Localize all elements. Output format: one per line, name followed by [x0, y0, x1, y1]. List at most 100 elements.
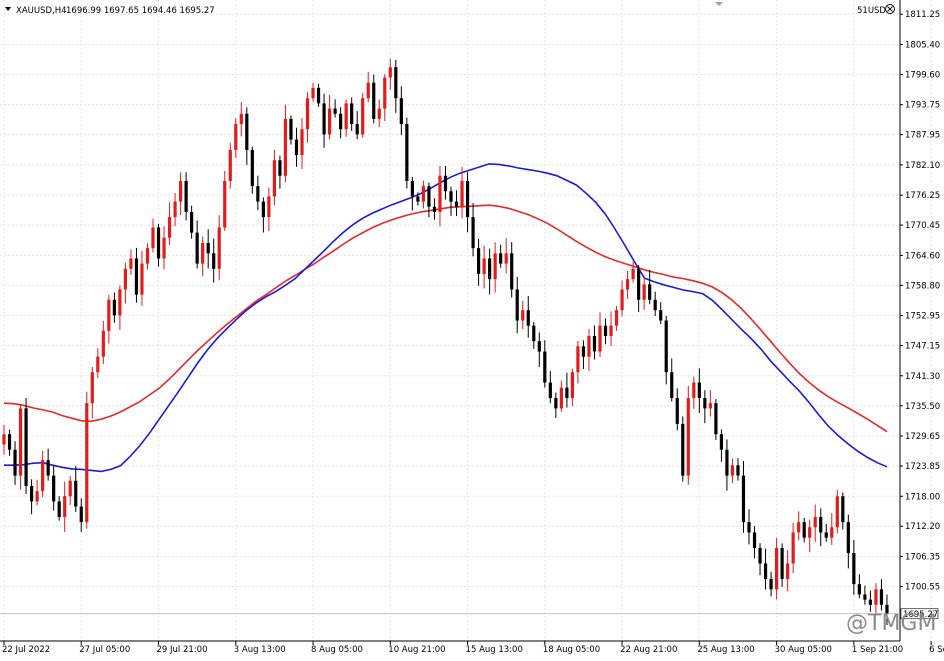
candle-body — [85, 403, 89, 523]
candle-body — [327, 108, 332, 135]
candle-body — [648, 284, 652, 300]
candle — [482, 245, 486, 289]
candle — [714, 399, 718, 440]
candle — [736, 458, 740, 481]
candle — [68, 476, 72, 505]
candle-body — [493, 253, 497, 280]
candle-body — [741, 475, 746, 523]
candle-body — [377, 108, 381, 119]
price-tick-label: 1799.60 — [905, 70, 940, 80]
candle-body — [333, 108, 337, 114]
candle — [537, 332, 541, 367]
candle — [145, 243, 150, 270]
candle-body — [96, 356, 100, 373]
candle-body — [670, 372, 674, 399]
candle-body — [603, 325, 608, 337]
candle-body — [24, 408, 28, 486]
candle-body — [863, 594, 867, 600]
candle-body — [63, 496, 67, 517]
candle — [819, 508, 823, 547]
candle-body — [272, 160, 277, 197]
candle-body — [499, 253, 503, 264]
price-tick-label: 1700.55 — [905, 582, 940, 592]
candle — [261, 197, 265, 233]
candle-body — [581, 346, 586, 357]
candle-body — [769, 578, 773, 590]
candle — [123, 262, 128, 304]
candle — [708, 390, 712, 417]
candle-body — [730, 465, 735, 476]
chart-axes — [0, 0, 901, 642]
candle-body — [664, 320, 668, 373]
symbol-label: XAUUSD,H4 — [16, 6, 67, 16]
candle — [2, 425, 6, 455]
candle — [322, 93, 326, 148]
candle — [250, 146, 254, 194]
candle — [206, 229, 210, 269]
candle — [465, 172, 470, 233]
candle — [201, 236, 205, 277]
candle — [24, 397, 28, 495]
price-tick-label: 1723.85 — [905, 462, 940, 472]
candle — [289, 115, 293, 145]
candle — [90, 366, 94, 419]
candle — [283, 104, 288, 183]
candle-body — [819, 516, 823, 533]
candle — [603, 318, 608, 345]
candle-body — [316, 87, 321, 104]
candle — [813, 504, 817, 542]
candle-body — [808, 527, 812, 538]
close-circle-icon[interactable] — [885, 4, 895, 14]
price-tick-label: 1752.95 — [905, 312, 940, 322]
candle-body — [725, 449, 729, 476]
candle-body — [438, 175, 442, 212]
candle — [344, 99, 348, 137]
candle — [173, 193, 177, 227]
candle-body — [212, 253, 216, 269]
candle-body — [7, 434, 12, 450]
candle-body — [515, 289, 519, 321]
candle-body — [797, 522, 801, 533]
triangle-down-icon[interactable] — [5, 7, 11, 11]
candle — [863, 585, 867, 605]
candlestick-series — [2, 58, 889, 626]
candle — [256, 175, 260, 211]
time-tick-label: 18 Aug 05:00 — [543, 645, 600, 655]
candle — [791, 522, 795, 574]
candle-body — [289, 118, 293, 140]
ma-fast-line — [4, 163, 888, 473]
candle — [449, 186, 453, 216]
candle-body — [465, 180, 470, 218]
candle — [74, 465, 78, 513]
candle-body — [101, 330, 105, 357]
triangle-down-icon[interactable] — [715, 2, 723, 6]
candle-body — [134, 258, 139, 295]
candle-body — [620, 289, 624, 311]
candle-body — [587, 336, 591, 357]
candle — [587, 329, 591, 372]
candle-body — [548, 382, 552, 399]
time-tick-label: 10 Aug 21:00 — [388, 645, 445, 655]
candle-body — [813, 516, 817, 528]
candle — [664, 315, 668, 385]
watermark-text: @TMGM — [846, 611, 936, 636]
candle — [730, 458, 735, 484]
candle-body — [449, 191, 453, 202]
candle — [178, 172, 183, 216]
candle — [868, 590, 873, 612]
candle-body — [852, 553, 856, 585]
candle — [637, 264, 641, 313]
candle-body — [421, 186, 426, 202]
candle-body — [18, 408, 23, 476]
candle-body — [344, 103, 348, 130]
candle — [797, 511, 801, 541]
time-tick-label: 25 Aug 13:00 — [697, 645, 754, 655]
candle-body — [41, 460, 45, 492]
price-chart[interactable]: 1811.25 1805.40 1799.60 1793.75 1787.95 1782.… — [0, 0, 944, 661]
candle-body — [267, 196, 271, 218]
candle-body — [388, 67, 392, 78]
candle — [7, 429, 12, 456]
candle-body — [532, 325, 536, 342]
candle-body — [223, 180, 227, 228]
candle-body — [190, 211, 194, 233]
